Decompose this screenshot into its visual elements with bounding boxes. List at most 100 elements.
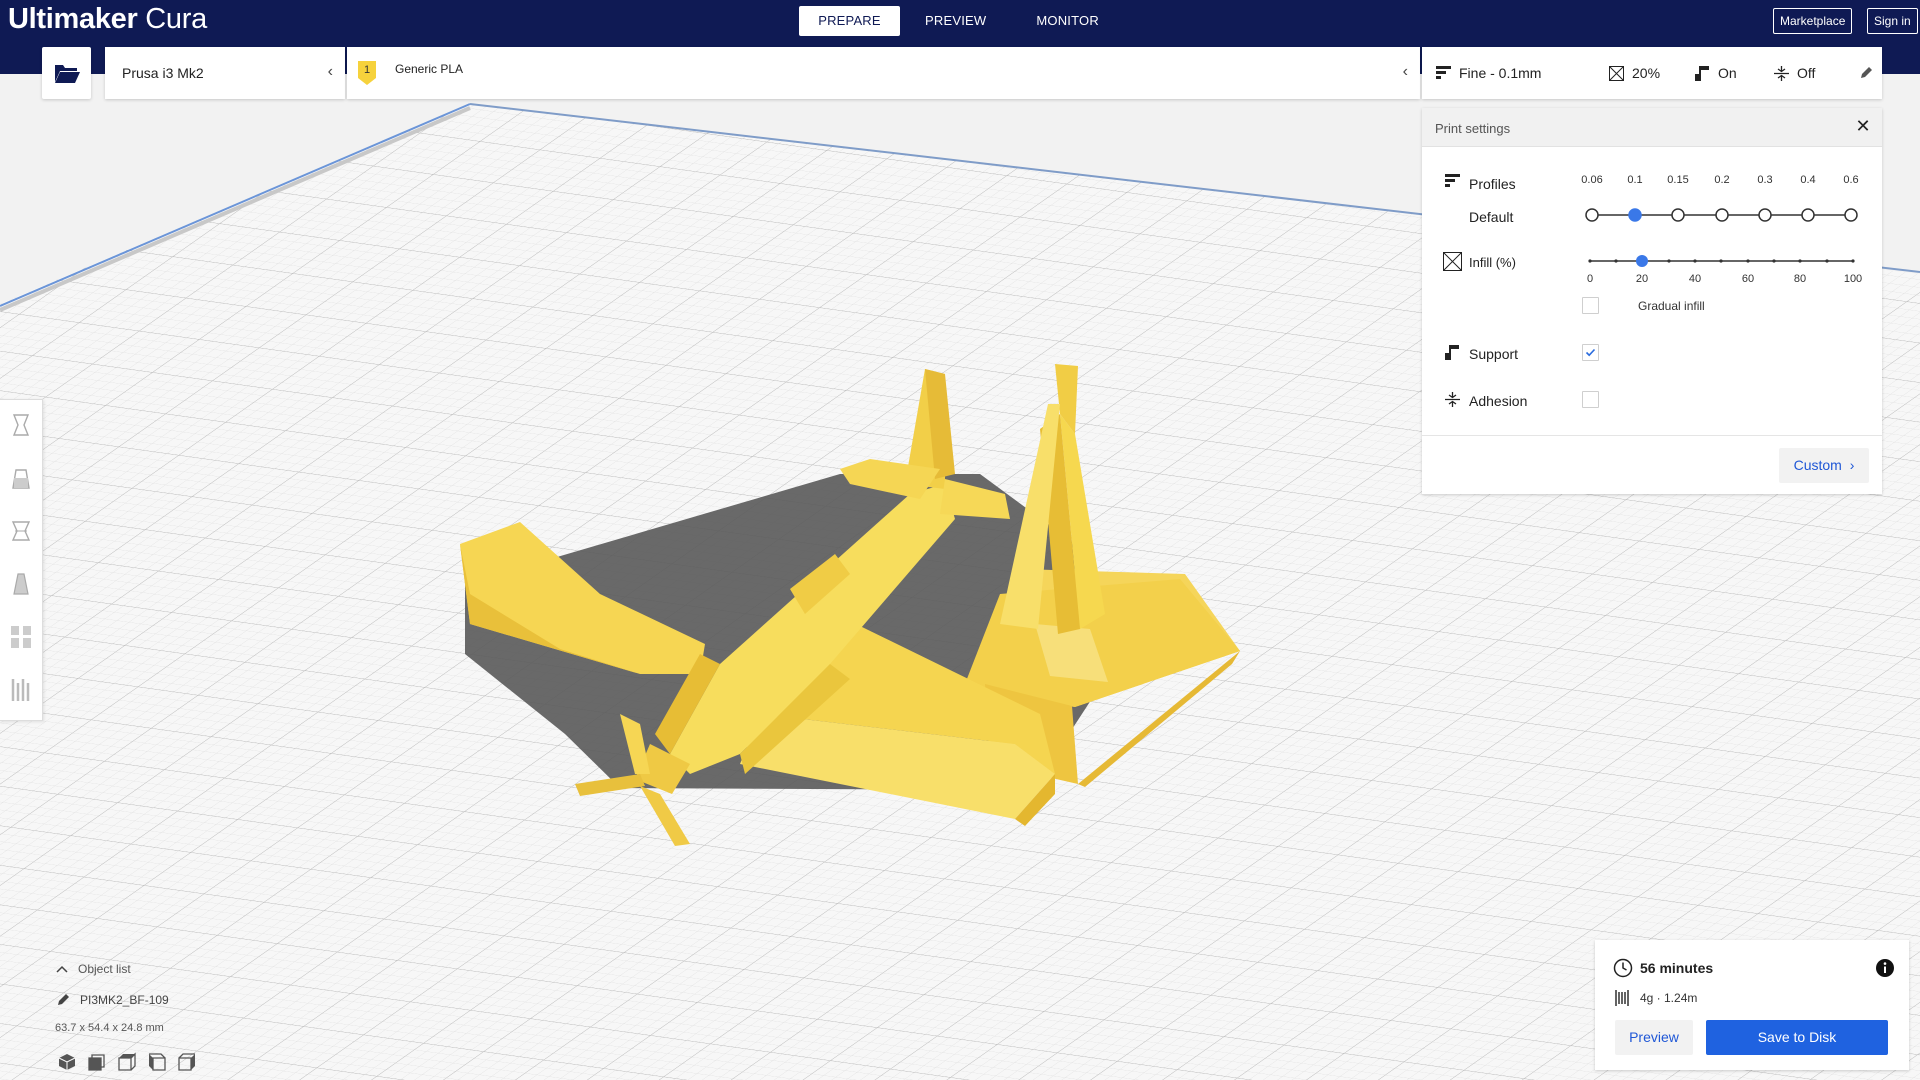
chevron-left-icon: ‹	[327, 63, 333, 80]
pencil-icon[interactable]	[1859, 66, 1873, 80]
adhesion-icon	[1774, 65, 1789, 81]
machine-selector[interactable]: Prusa i3 Mk2 ‹	[105, 47, 345, 99]
app-logo: Ultimaker Cura	[8, 3, 207, 36]
support-icon	[1695, 65, 1709, 81]
divider	[1422, 435, 1882, 436]
mirror-tool-button[interactable]	[7, 567, 35, 601]
profile-tick-label: 0.15	[1667, 174, 1689, 186]
profile-tick-label: 0.1	[1627, 174, 1643, 186]
camera-view-buttons	[57, 1052, 197, 1072]
tab-monitor[interactable]: MONITOR	[1011, 6, 1124, 36]
summary-adhesion: Off	[1774, 65, 1815, 81]
profile-slider[interactable]	[1582, 203, 1862, 227]
profile-tick-label: 0.2	[1714, 174, 1730, 186]
infill-tick-label: 40	[1688, 273, 1702, 285]
view-right-icon[interactable]	[177, 1052, 197, 1072]
move-tool-button[interactable]	[7, 408, 35, 442]
rotate-icon	[11, 521, 31, 541]
print-settings-panel: Print settings ✕ Profiles Default 0.06 0…	[1422, 108, 1882, 494]
tab-preview[interactable]: PREVIEW	[900, 6, 1011, 36]
print-settings-title: Print settings	[1435, 121, 1511, 136]
profile-tick-label: 0.06	[1581, 174, 1603, 186]
chevron-left-icon: ‹	[1402, 63, 1408, 80]
custom-button-label: Custom	[1793, 457, 1842, 473]
infill-tick-label: 100	[1843, 273, 1863, 285]
material-usage: 4g · 1.24m	[1615, 989, 1697, 1007]
infill-tick-label: 60	[1741, 273, 1755, 285]
view-left-icon[interactable]	[147, 1052, 167, 1072]
infill-slider[interactable]	[1582, 253, 1862, 269]
clock-icon	[1613, 958, 1633, 978]
adhesion-label: Adhesion	[1469, 393, 1528, 409]
profile-icon	[1436, 65, 1451, 79]
material-usage-value: 4g · 1.24m	[1640, 991, 1698, 1005]
object-dimensions: 63.7 x 54.4 x 24.8 mm	[55, 1022, 164, 1034]
infill-tick-label: 20	[1635, 273, 1649, 285]
summary-adhesion-value: Off	[1797, 65, 1816, 81]
view-3d-icon[interactable]	[57, 1052, 77, 1072]
per-model-settings-button[interactable]	[7, 620, 35, 654]
print-settings-header: Print settings ✕	[1422, 108, 1882, 147]
scale-icon	[12, 469, 30, 489]
gradual-infill-checkbox[interactable]	[1582, 297, 1599, 314]
tool-bar	[0, 399, 43, 721]
app-name-light: Cura	[145, 3, 207, 35]
support-label: Support	[1469, 346, 1519, 362]
chevron-right-icon: ›	[1849, 457, 1855, 473]
object-list-toggle[interactable]: Object list	[56, 962, 131, 976]
tab-prepare[interactable]: PREPARE	[799, 6, 900, 36]
preview-button[interactable]: Preview	[1615, 1020, 1693, 1055]
print-time-value: 56 minutes	[1640, 960, 1714, 976]
machine-name: Prusa i3 Mk2	[122, 65, 204, 81]
infill-tick-label: 0	[1586, 273, 1594, 285]
gradual-infill-label: Gradual infill	[1638, 299, 1705, 313]
per-model-settings-icon	[11, 626, 31, 648]
print-settings-summary[interactable]: Fine - 0.1mm 20% On Off	[1422, 47, 1882, 99]
folder-open-icon	[54, 65, 80, 83]
object-name-row[interactable]: PI3MK2_BF-109	[56, 993, 169, 1007]
adhesion-icon	[1445, 392, 1460, 407]
chevron-up-icon	[56, 965, 68, 973]
custom-settings-button[interactable]: Custom ›	[1779, 448, 1869, 483]
app-name-bold: Ultimaker	[8, 3, 138, 35]
profile-tick-label: 0.3	[1757, 174, 1773, 186]
mirror-icon	[13, 573, 29, 595]
material-name: Generic PLA	[395, 62, 464, 76]
summary-support: On	[1695, 65, 1737, 81]
infill-label: Infill (%)	[1469, 255, 1516, 270]
summary-profile: Fine - 0.1mm	[1436, 65, 1541, 81]
support-icon	[1445, 345, 1459, 360]
spool-icon	[1615, 990, 1629, 1006]
pencil-icon	[58, 994, 69, 1005]
object-name: PI3MK2_BF-109	[80, 993, 169, 1007]
scale-tool-button[interactable]	[7, 461, 35, 495]
support-blocker-button[interactable]	[7, 673, 35, 707]
print-time: 56 minutes	[1613, 958, 1713, 978]
material-selector[interactable]: 1 Generic PLA ‹	[347, 47, 1420, 99]
save-to-disk-button[interactable]: Save to Disk	[1706, 1020, 1888, 1055]
extruder-number: 1	[364, 64, 371, 76]
profile-tick-label: 0.4	[1800, 174, 1816, 186]
sign-in-button[interactable]: Sign in	[1867, 8, 1918, 34]
profile-icon	[1445, 174, 1460, 187]
marketplace-button[interactable]: Marketplace	[1773, 8, 1853, 34]
profiles-default-label: Default	[1469, 209, 1514, 225]
object-list-label: Object list	[78, 962, 131, 976]
view-top-icon[interactable]	[117, 1052, 137, 1072]
move-icon	[12, 414, 30, 436]
view-front-icon[interactable]	[87, 1052, 107, 1072]
checkmark-icon	[1585, 348, 1596, 357]
info-icon[interactable]	[1875, 958, 1895, 978]
adhesion-checkbox[interactable]	[1582, 391, 1599, 408]
infill-tick-label: 80	[1793, 273, 1807, 285]
open-file-button[interactable]	[42, 47, 91, 99]
profile-tick-label: 0.6	[1843, 174, 1859, 186]
rotate-tool-button[interactable]	[7, 514, 35, 548]
support-checkbox[interactable]	[1582, 344, 1599, 361]
support-blocker-icon	[11, 679, 30, 701]
profiles-label: Profiles	[1469, 176, 1516, 192]
infill-icon	[1609, 65, 1624, 81]
summary-support-value: On	[1718, 65, 1737, 81]
job-action-panel: 56 minutes 4g · 1.24m Preview Save to Di…	[1595, 940, 1909, 1070]
close-icon[interactable]: ✕	[1854, 117, 1872, 135]
